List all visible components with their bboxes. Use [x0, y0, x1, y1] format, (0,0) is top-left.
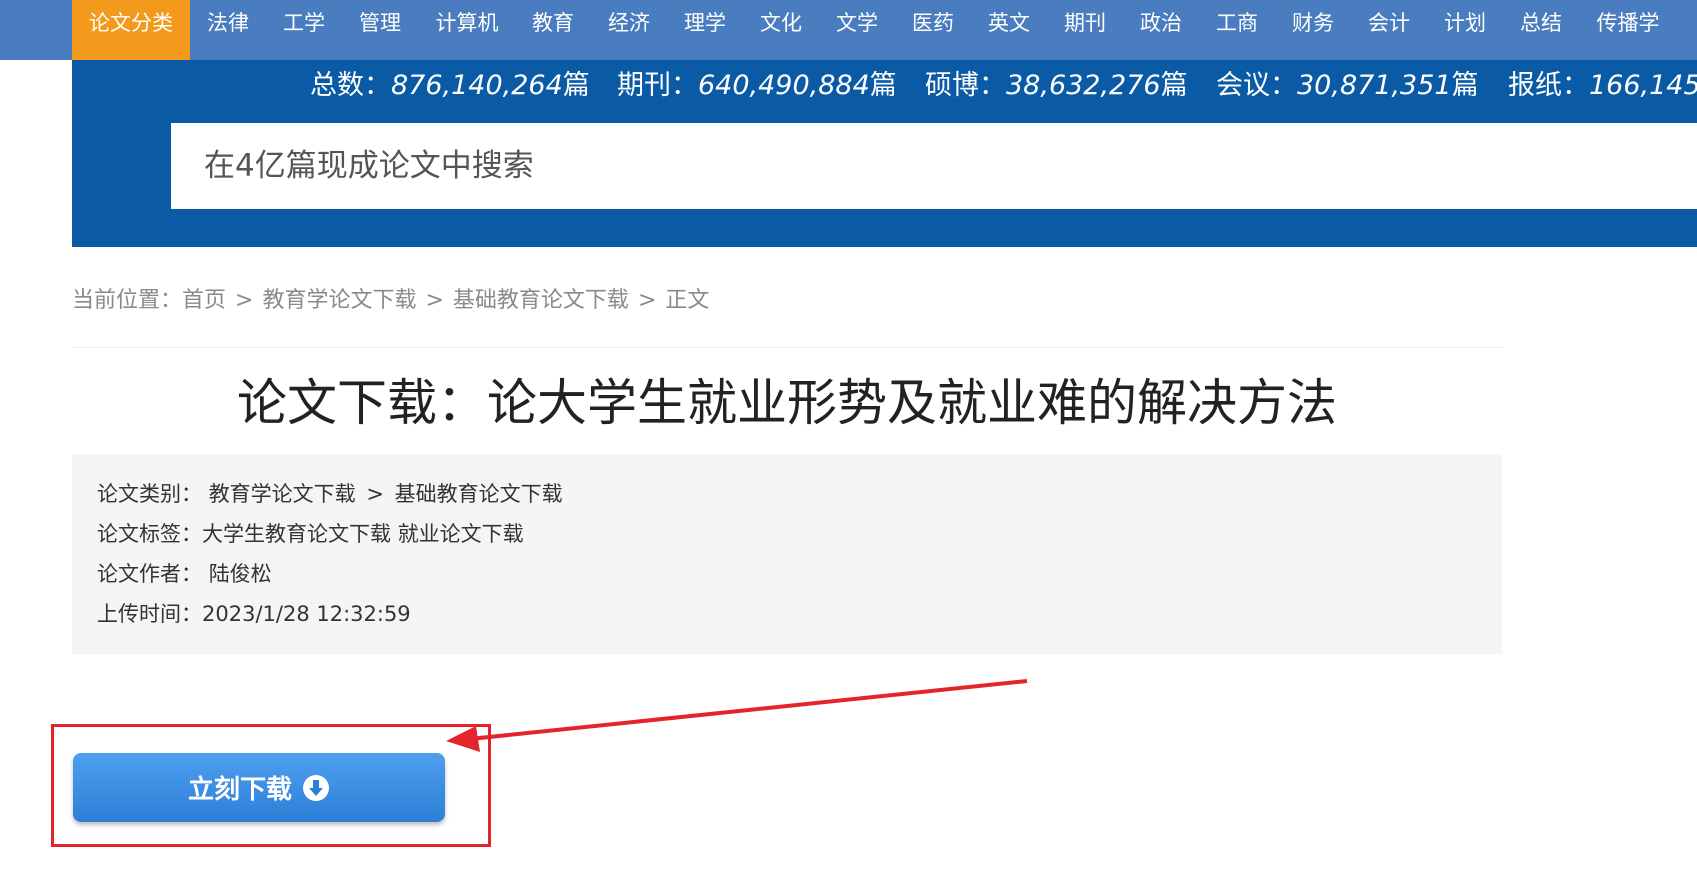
nav-item-engineering[interactable]: 工学: [283, 0, 325, 60]
top-nav: 论文分类 法律 工学 管理 计算机 教育 经济 理学 文化 文学 医药 英文 期…: [0, 0, 1697, 60]
download-button[interactable]: 立刻下载: [73, 753, 445, 822]
category-separator: >: [366, 482, 384, 506]
category-link-basic-education[interactable]: 基础教育论文下载: [395, 482, 563, 506]
nav-item-computer[interactable]: 计算机: [436, 0, 499, 60]
nav-item-journal[interactable]: 期刊: [1064, 0, 1106, 60]
time-label: 上传时间：: [97, 602, 202, 626]
stat-conference: 会议：30,871,351篇: [1216, 66, 1479, 106]
download-circle-icon: [302, 774, 330, 802]
breadcrumb-education[interactable]: 教育学论文下载: [262, 288, 416, 313]
nav-item-communication[interactable]: 传播学: [1597, 0, 1660, 60]
nav-item-summary[interactable]: 总结: [1520, 0, 1562, 60]
page-title: 论文下载：论大学生就业形势及就业难的解决方法: [237, 374, 1337, 432]
breadcrumb: 当前位置：首页 > 教育学论文下载 > 基础教育论文下载 > 正文: [72, 285, 709, 317]
nav-item-culture[interactable]: 文化: [760, 0, 802, 60]
stat-label: 总数：: [310, 70, 391, 101]
breadcrumb-home[interactable]: 首页: [182, 288, 226, 313]
nav-item-literature[interactable]: 文学: [836, 0, 878, 60]
author-name: 陆俊松: [208, 562, 272, 586]
stat-unit: 篇: [1160, 70, 1188, 101]
stat-unit: 篇: [869, 70, 897, 101]
nav-item-science[interactable]: 理学: [684, 0, 726, 60]
breadcrumb-separator: >: [637, 288, 657, 313]
nav-item-medicine[interactable]: 医药: [912, 0, 954, 60]
stat-value: 640,490,884: [698, 70, 870, 101]
nav-item-category[interactable]: 论文分类: [72, 0, 190, 60]
nav-item-plan[interactable]: 计划: [1444, 0, 1486, 60]
info-tags: 论文标签：大学生教育论文下载 就业论文下载: [97, 519, 524, 549]
tag-link[interactable]: 就业论文下载: [398, 522, 524, 546]
breadcrumb-prefix: 当前位置：: [72, 288, 183, 313]
stat-thesis: 硕博：38,632,276篇: [925, 66, 1188, 106]
stat-newspaper: 报纸：166,145,: [1508, 66, 1697, 106]
stat-unit: 篇: [562, 70, 590, 101]
upload-time: 2023/1/28 12:32:59: [202, 602, 411, 626]
stat-value: 166,145,: [1589, 70, 1697, 101]
nav-item-finance[interactable]: 财务: [1292, 0, 1334, 60]
stat-label: 硕博：: [925, 70, 1006, 101]
stat-value: 30,871,351: [1297, 70, 1452, 101]
nav-item-politics[interactable]: 政治: [1140, 0, 1182, 60]
nav-item-education[interactable]: 教育: [532, 0, 574, 60]
info-author: 论文作者： 陆俊松: [97, 559, 272, 589]
info-category: 论文类别： 教育学论文下载 > 基础教育论文下载: [97, 479, 563, 509]
breadcrumb-current: 正文: [665, 288, 710, 313]
category-link-education[interactable]: 教育学论文下载: [209, 482, 356, 506]
stat-unit: 篇: [1451, 70, 1479, 101]
breadcrumb-basic-education[interactable]: 基础教育论文下载: [453, 288, 629, 313]
info-upload-time: 上传时间：2023/1/28 12:32:59: [97, 599, 411, 629]
breadcrumb-separator: >: [235, 288, 254, 313]
divider: [72, 347, 1502, 348]
tags-label: 论文标签：: [97, 522, 202, 546]
author-label: 论文作者：: [97, 562, 202, 586]
stat-label: 报纸：: [1508, 70, 1589, 101]
stat-label: 期刊：: [617, 70, 698, 101]
download-label: 立刻下载: [187, 775, 292, 805]
tag-link[interactable]: 大学生教育论文下载: [202, 522, 391, 546]
nav-item-business[interactable]: 工商: [1216, 0, 1258, 60]
stat-journal: 期刊：640,490,884篇: [617, 66, 897, 106]
stat-value: 876,140,264: [391, 70, 563, 101]
stat-label: 会议：: [1216, 70, 1297, 101]
breadcrumb-separator: >: [425, 288, 444, 313]
nav-item-english[interactable]: 英文: [988, 0, 1030, 60]
stat-value: 38,632,276: [1006, 70, 1161, 101]
nav-item-economics[interactable]: 经济: [608, 0, 650, 60]
category-label: 论文类别：: [97, 482, 202, 506]
article-info: 论文类别： 教育学论文下载 > 基础教育论文下载 论文标签：大学生教育论文下载 …: [72, 454, 1502, 654]
nav-item-law[interactable]: 法律: [207, 0, 249, 60]
search-box: [171, 123, 1697, 209]
search-input[interactable]: [171, 123, 1404, 209]
stat-total: 总数：876,140,264篇: [310, 66, 590, 106]
nav-item-accounting[interactable]: 会计: [1368, 0, 1410, 60]
nav-item-management[interactable]: 管理: [359, 0, 401, 60]
